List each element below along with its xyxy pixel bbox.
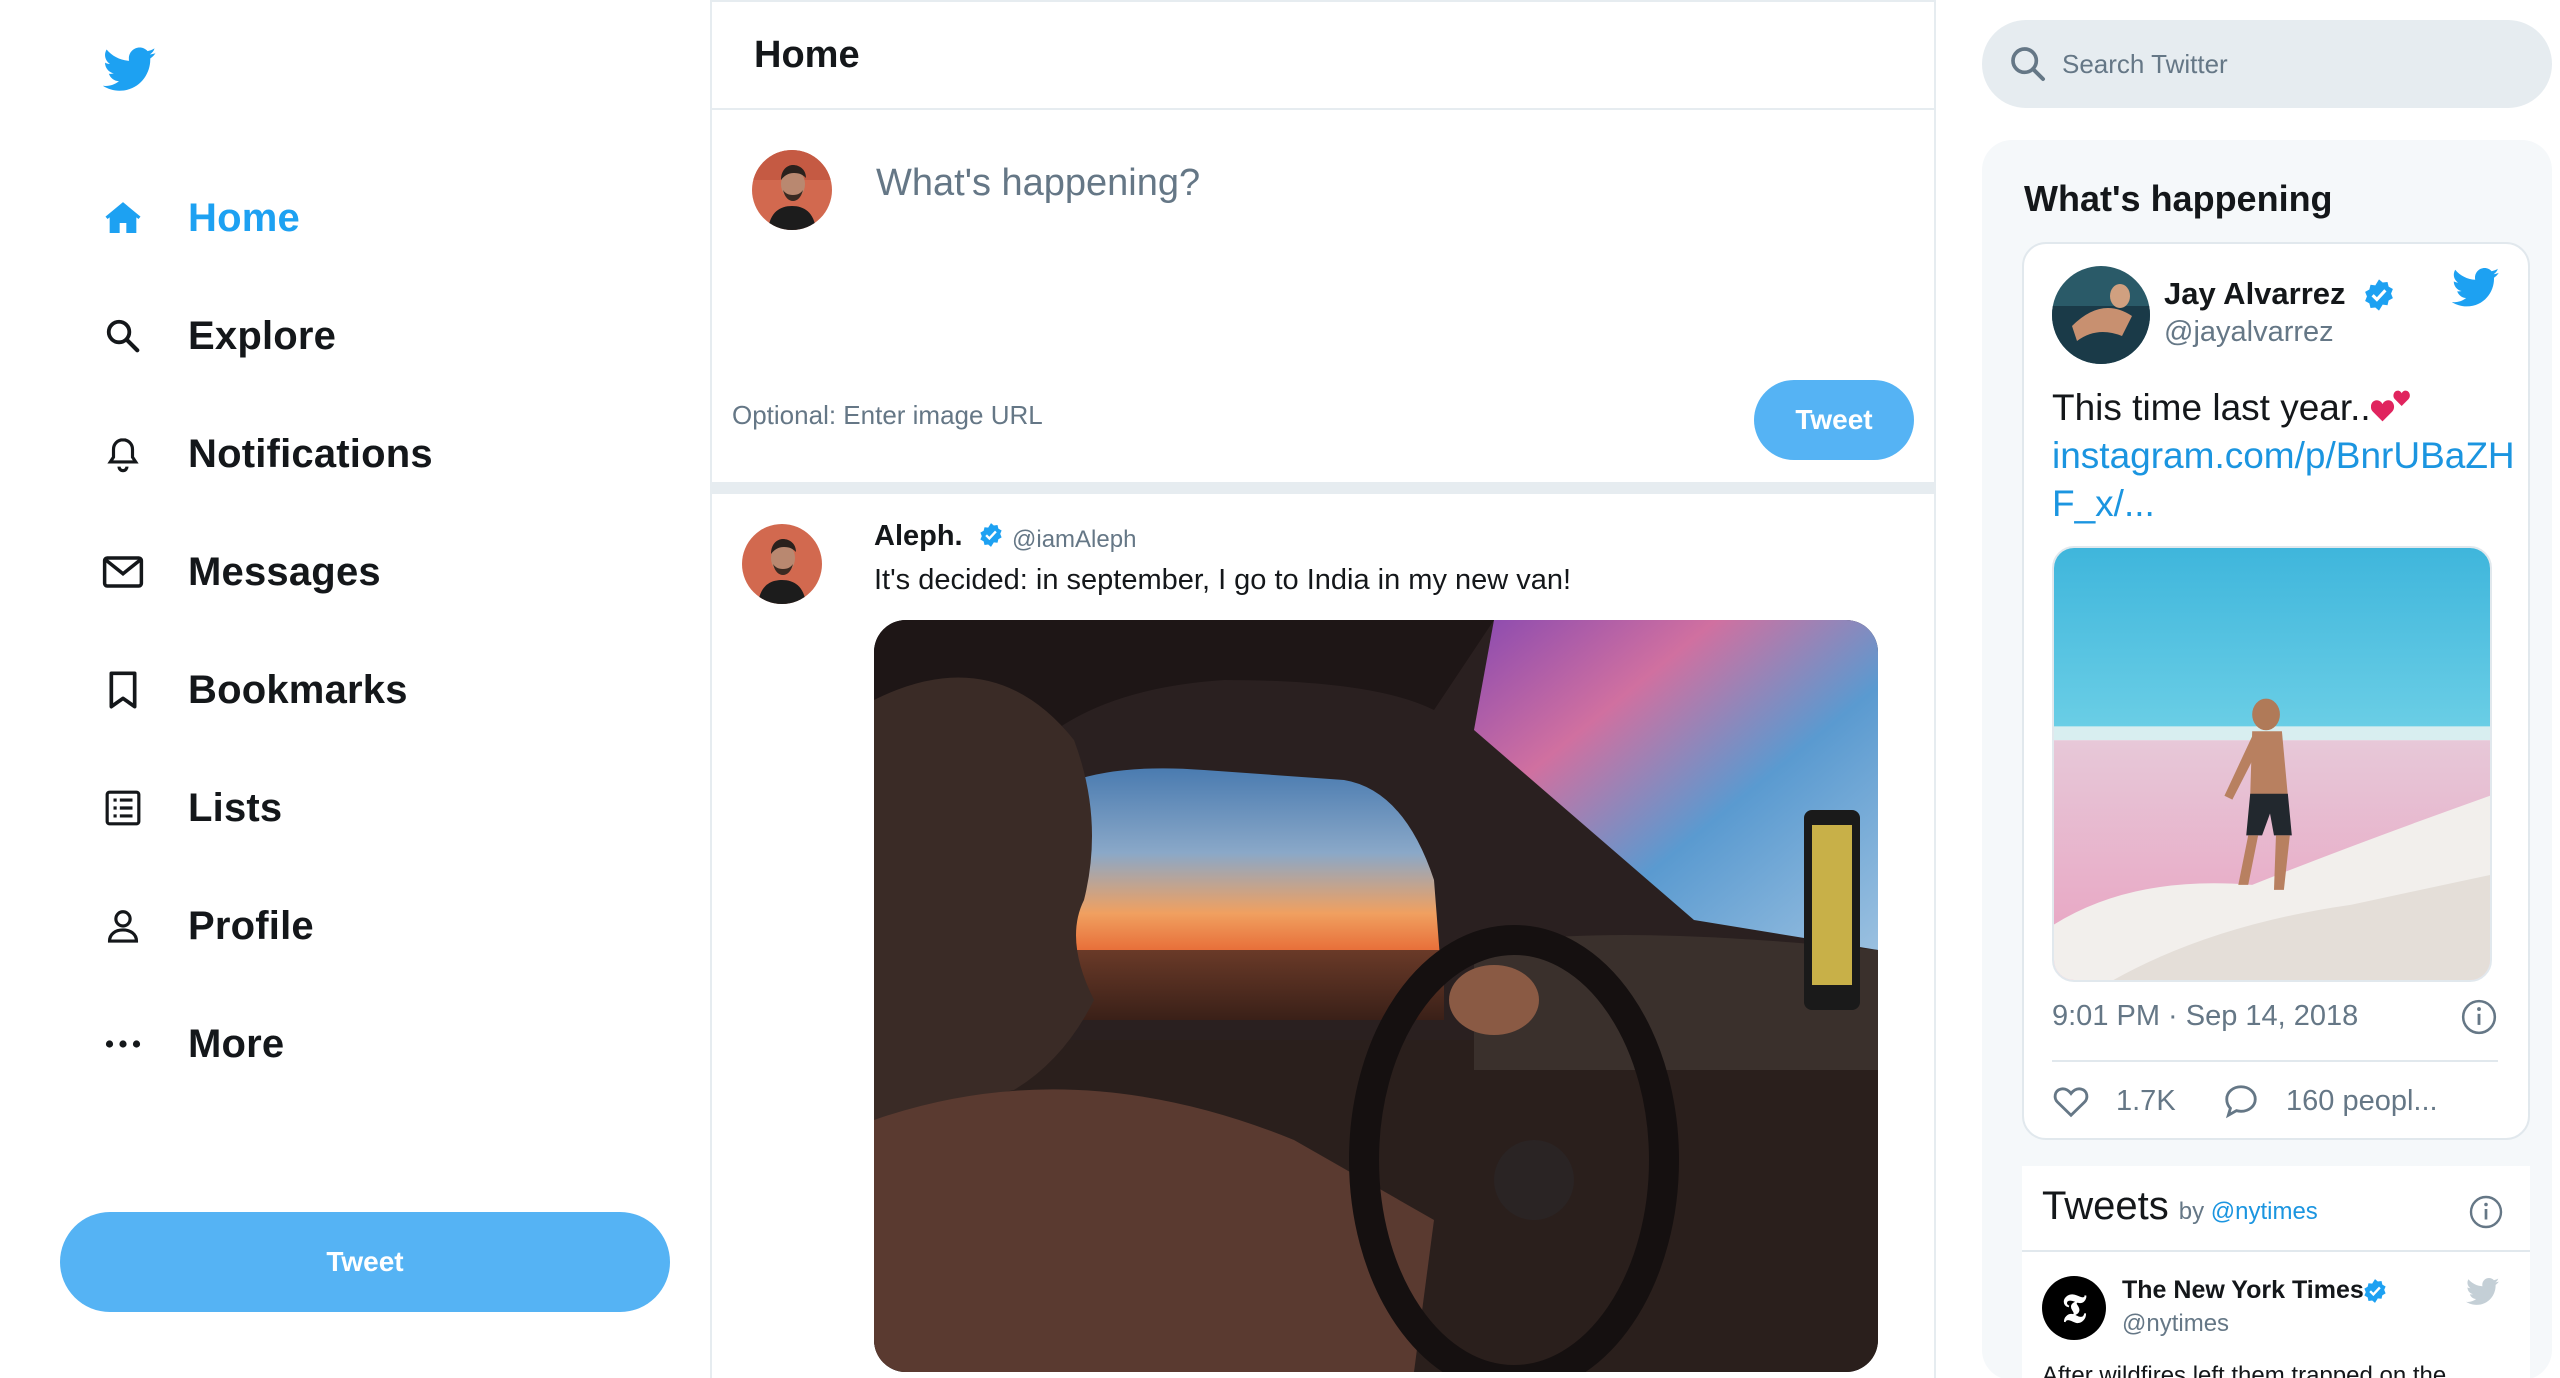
- nav-label: Profile: [188, 903, 314, 948]
- page-title: Home: [754, 33, 860, 76]
- nav-notifications[interactable]: Notifications: [100, 414, 433, 494]
- reply-count: 160 peopl...: [2286, 1084, 2438, 1117]
- list-icon: [100, 785, 146, 831]
- heart-icon: [2053, 1087, 2089, 1118]
- verified-badge-icon: [2364, 1279, 2386, 1303]
- author-handle[interactable]: @iamAleph: [1012, 526, 1136, 554]
- nav-label: More: [188, 1021, 285, 1066]
- nav-label: Lists: [188, 785, 283, 830]
- like-count: 1.7K: [2116, 1084, 2176, 1117]
- bookmark-icon: [100, 667, 146, 713]
- nav-home[interactable]: Home: [100, 178, 300, 258]
- info-icon[interactable]: [2468, 1194, 2504, 1230]
- divider: [2052, 1060, 2498, 1062]
- nav-bookmarks[interactable]: Bookmarks: [100, 650, 408, 730]
- nav-label: Home: [188, 195, 300, 240]
- main-timeline: Home What's happening? Optional: Enter i…: [710, 0, 1936, 1378]
- verified-badge-icon: [980, 523, 1002, 547]
- search-box[interactable]: [1982, 20, 2552, 108]
- divider: [2022, 1250, 2530, 1252]
- timeline-by: by @nytimes: [2178, 1198, 2318, 1225]
- timeline-header: Tweets by @nytimes: [2042, 1184, 2318, 1229]
- more-dots-icon: [100, 1021, 146, 1067]
- account-handle[interactable]: @nytimes: [2122, 1310, 2229, 1338]
- nytimes-timeline: Tweets by @nytimes 𝕿 The New York Times @…: [2022, 1166, 2530, 1378]
- envelope-icon: [100, 549, 146, 595]
- nav-label: Messages: [188, 549, 381, 594]
- embed-text-block: This time last year.. instagram.com/p/Bn…: [2052, 384, 2522, 528]
- embed-link[interactable]: instagram.com/p/BnrUBaZHF_x/...: [2052, 435, 2515, 524]
- compose-tweet-button[interactable]: Tweet: [1754, 380, 1914, 460]
- search-input[interactable]: [2062, 48, 2502, 80]
- search-icon: [2011, 47, 2045, 81]
- twitter-bird-icon[interactable]: [2452, 268, 2500, 308]
- like-action[interactable]: 1.7K: [2052, 1082, 2176, 1120]
- compose-input[interactable]: What's happening?: [876, 162, 1200, 205]
- embed-photo[interactable]: [2052, 546, 2492, 982]
- nytimes-logo[interactable]: 𝕿: [2042, 1276, 2106, 1340]
- author-name[interactable]: Aleph.: [874, 520, 963, 553]
- embed-text: This time last year..: [2052, 387, 2371, 428]
- timeline-by-handle[interactable]: @nytimes: [2211, 1198, 2318, 1225]
- tweet-text: It's decided: in september, I go to Indi…: [874, 564, 1572, 596]
- nav-label: Notifications: [188, 431, 433, 476]
- divider: [712, 482, 1934, 494]
- embed-author-name[interactable]: Jay Alvarrez: [2164, 276, 2346, 312]
- embed-author-handle[interactable]: @jayalvarrez: [2164, 316, 2334, 349]
- reply-action[interactable]: 160 peopl...: [2222, 1082, 2438, 1120]
- nav-more[interactable]: More: [100, 1004, 284, 1084]
- twitter-logo-icon[interactable]: [103, 46, 157, 94]
- account-name[interactable]: The New York Times: [2122, 1276, 2364, 1305]
- nav-label: Bookmarks: [188, 667, 408, 712]
- search-icon: [100, 313, 146, 359]
- timeline-tweet-text: After wildfires left them trapped on the: [2042, 1362, 2447, 1378]
- main-header: Home: [712, 0, 1934, 110]
- image-url-input[interactable]: Optional: Enter image URL: [732, 400, 1043, 431]
- nav-messages[interactable]: Messages: [100, 532, 381, 612]
- person-icon: [100, 903, 146, 949]
- nav-explore[interactable]: Explore: [100, 296, 336, 376]
- tweet-button[interactable]: Tweet: [60, 1212, 670, 1312]
- bell-icon: [100, 431, 146, 477]
- tweet-card[interactable]: Aleph. @iamAleph It's decided: in septem…: [712, 494, 1934, 1378]
- embed-author-avatar[interactable]: [2052, 266, 2150, 364]
- home-icon: [100, 195, 146, 241]
- nav-profile[interactable]: Profile: [100, 886, 314, 966]
- comment-bubble-icon: [2225, 1085, 2257, 1119]
- nav-label: Explore: [188, 313, 337, 358]
- nav-lists[interactable]: Lists: [100, 768, 282, 848]
- tweet-photo[interactable]: [874, 620, 1878, 1372]
- panel-title: What's happening: [2024, 178, 2333, 219]
- verified-badge-icon: [2365, 279, 2393, 311]
- author-avatar[interactable]: [742, 524, 822, 604]
- left-navigation: Home Explore Notifications Messages Book…: [0, 0, 714, 1378]
- tweet-composer: What's happening? Optional: Enter image …: [712, 110, 1934, 482]
- timeline-title: Tweets: [2042, 1184, 2169, 1228]
- user-avatar[interactable]: [752, 150, 832, 230]
- hearts-emoji-icon: [2370, 390, 2410, 422]
- twitter-bird-icon[interactable]: [2466, 1278, 2500, 1306]
- whats-happening-panel: What's happening Jay Alvarrez @jayalvarr…: [1982, 140, 2552, 1378]
- embedded-tweet[interactable]: Jay Alvarrez @jayalvarrez This time last…: [2022, 242, 2530, 1140]
- info-icon[interactable]: [2460, 998, 2498, 1036]
- embed-timestamp[interactable]: 9:01 PM · Sep 14, 2018: [2052, 1000, 2358, 1033]
